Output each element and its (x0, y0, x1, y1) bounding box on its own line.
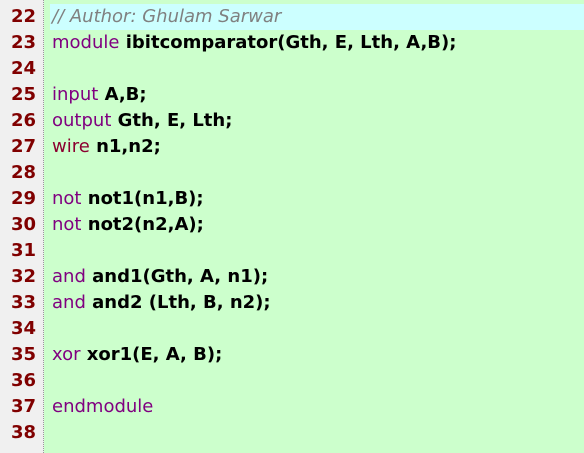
keyword-token: and (52, 292, 86, 313)
line-number: 23 (10, 32, 36, 53)
code-text: module ibitcomparator(Gth, E, Lth, A,B); (50, 30, 584, 56)
keyword-token: input (52, 84, 99, 105)
code-line[interactable]: 30 not not2(n2,A); (0, 212, 584, 238)
line-number: 30 (10, 214, 36, 235)
identifier-token: A,B; (98, 84, 147, 105)
code-line[interactable]: 32 and and1(Gth, A, n1); (0, 264, 584, 290)
line-number: 31 (10, 240, 36, 261)
code-line[interactable]: 36 (0, 368, 584, 394)
identifier-token: not2(n2,A); (81, 214, 204, 235)
code-line[interactable]: 28 (0, 160, 584, 186)
line-number: 27 (10, 136, 36, 157)
line-number: 34 (10, 318, 36, 339)
code-line-highlighted[interactable]: 22 // Author: Ghulam Sarwar (0, 4, 584, 30)
keyword-token: not (52, 214, 82, 235)
keyword-token: xor (52, 344, 81, 365)
line-number: 37 (10, 396, 36, 417)
identifier-token: n1,n2; (89, 136, 161, 157)
line-number: 38 (10, 422, 36, 443)
code-line[interactable]: 29 not not1(n1,B); (0, 186, 584, 212)
line-number: 25 (10, 84, 36, 105)
identifier-token: Gth, E, Lth; (111, 110, 233, 131)
code-text: xor xor1(E, A, B); (50, 342, 584, 368)
line-number: 32 (10, 266, 36, 287)
code-text: input A,B; (50, 82, 584, 108)
code-editor[interactable]: 22 // Author: Ghulam Sarwar 23 module ibitc… (0, 0, 584, 453)
line-number: 35 (10, 344, 36, 365)
keyword-token: not (52, 188, 82, 209)
keyword-token: and (52, 266, 86, 287)
code-line[interactable]: 24 (0, 56, 584, 82)
code-line[interactable]: 27 wire n1,n2; (0, 134, 584, 160)
code-line[interactable]: 31 (0, 238, 584, 264)
code-text: output Gth, E, Lth; (50, 108, 584, 134)
keyword-token: endmodule (52, 396, 154, 417)
code-line[interactable]: 33 and and2 (Lth, B, n2); (0, 290, 584, 316)
line-number: 33 (10, 292, 36, 313)
line-number: 29 (10, 188, 36, 209)
code-lines[interactable]: 22 // Author: Ghulam Sarwar 23 module ibitc… (0, 4, 584, 446)
line-number: 22 (10, 6, 36, 27)
code-text: wire n1,n2; (50, 134, 584, 160)
identifier-token: not1(n1,B); (81, 188, 204, 209)
keyword-token: wire (52, 136, 90, 157)
code-line[interactable]: 23 module ibitcomparator(Gth, E, Lth, A,B… (0, 30, 584, 56)
code-line[interactable]: 25 input A,B; (0, 82, 584, 108)
keyword-token: module (52, 32, 120, 53)
line-number: 36 (10, 370, 36, 391)
identifier-token: ibitcomparator(Gth, E, Lth, A,B); (119, 32, 457, 53)
line-number: 26 (10, 110, 36, 131)
identifier-token: and2 (Lth, B, n2); (85, 292, 271, 313)
code-line[interactable]: 35 xor xor1(E, A, B); (0, 342, 584, 368)
code-line[interactable]: 34 (0, 316, 584, 342)
code-line[interactable]: 26 output Gth, E, Lth; (0, 108, 584, 134)
code-text: and and1(Gth, A, n1); (50, 264, 584, 290)
code-text: endmodule (50, 394, 584, 420)
identifier-token: and1(Gth, A, n1); (85, 266, 269, 287)
identifier-token: xor1(E, A, B); (80, 344, 223, 365)
keyword-token: output (52, 110, 112, 131)
comment-token: // Author: Ghulam Sarwar (52, 6, 282, 27)
code-text: not not2(n2,A); (50, 212, 584, 238)
code-text: not not1(n1,B); (50, 186, 584, 212)
code-text: // Author: Ghulam Sarwar (50, 4, 584, 30)
code-line[interactable]: 37 endmodule (0, 394, 584, 420)
code-text: and and2 (Lth, B, n2); (50, 290, 584, 316)
line-number: 28 (10, 162, 36, 183)
line-number: 24 (10, 58, 36, 79)
code-line[interactable]: 38 (0, 420, 584, 446)
